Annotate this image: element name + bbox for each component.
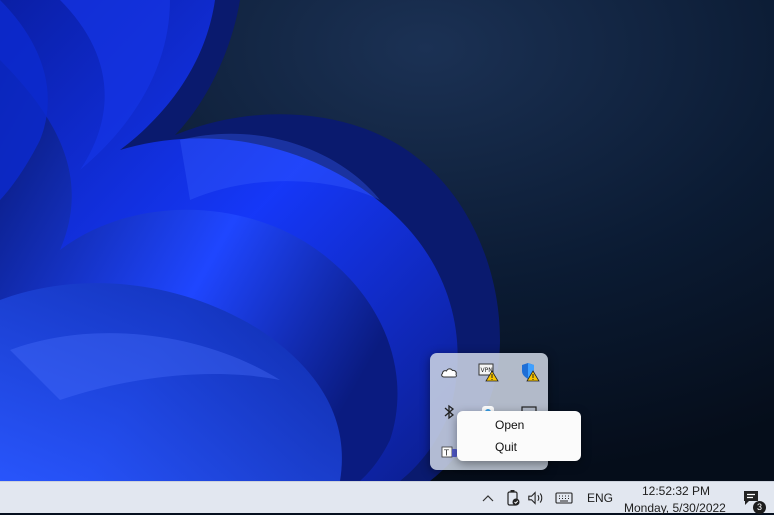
clock-time[interactable]: 12:52:32 PM xyxy=(642,484,710,498)
chevron-up-icon[interactable] xyxy=(479,489,497,507)
onedrive-icon[interactable] xyxy=(436,359,462,385)
context-menu: Open Quit xyxy=(457,411,581,461)
quit-menu-item[interactable]: Quit xyxy=(457,436,581,458)
taskbar: ENG 12:52:32 PM Monday, 5/30/2022 3 xyxy=(0,481,774,515)
desktop: VPN T Open Quit xyxy=(0,0,774,481)
quit-menu-item-label: Quit xyxy=(495,440,518,454)
vpn-warning-icon[interactable]: VPN xyxy=(475,359,501,385)
volume-icon[interactable] xyxy=(527,489,545,507)
svg-text:T: T xyxy=(443,449,449,458)
open-menu-item[interactable]: Open xyxy=(457,414,581,436)
open-menu-item-label: Open xyxy=(495,418,525,432)
battery-icon[interactable] xyxy=(504,489,522,507)
desktop-wallpaper xyxy=(0,0,774,481)
language-indicator[interactable]: ENG xyxy=(587,491,613,505)
keyboard-icon[interactable] xyxy=(555,489,573,507)
clock-date[interactable]: Monday, 5/30/2022 xyxy=(624,501,726,515)
defender-warning-icon[interactable] xyxy=(516,359,542,385)
notification-count-badge: 3 xyxy=(753,501,766,514)
